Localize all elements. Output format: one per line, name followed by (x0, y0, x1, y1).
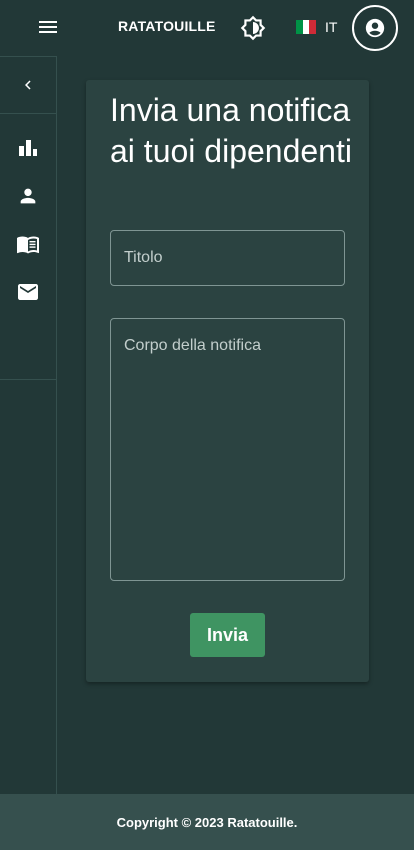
chevron-left-icon (25, 80, 31, 90)
nav-item-employees[interactable] (0, 172, 56, 220)
notification-form-card: Invia una notifica ai tuoi dipendenti In… (86, 80, 369, 682)
top-app-bar: RATATOUILLE IT (0, 0, 414, 56)
menu-icon[interactable] (36, 17, 60, 39)
brightness-icon[interactable] (240, 15, 266, 41)
nav-item-menu[interactable] (0, 220, 56, 268)
italy-flag-icon (296, 20, 317, 34)
account-circle-icon[interactable] (352, 5, 398, 51)
bar-chart-icon (19, 140, 37, 156)
send-button[interactable]: Invia (190, 613, 265, 657)
body-field (110, 318, 345, 581)
nav-item-notifications[interactable] (0, 268, 56, 316)
footer: Copyright © 2023 Ratatouille. (0, 794, 414, 850)
title-field (110, 230, 345, 286)
notification-body-input[interactable] (111, 319, 344, 580)
language-selector[interactable]: IT (296, 19, 337, 35)
collapse-sidebar-button[interactable] (0, 56, 56, 114)
language-label: IT (325, 19, 338, 35)
person-icon (20, 188, 36, 204)
nav-list (0, 114, 56, 380)
app-title[interactable]: RATATOUILLE (118, 18, 216, 34)
side-navigation (0, 56, 57, 794)
copyright-text: Copyright © 2023 Ratatouille. (116, 814, 298, 830)
menu-book-icon (17, 236, 39, 254)
page-title: Invia una notifica ai tuoi dipendenti (110, 92, 352, 169)
nav-item-statistics[interactable] (0, 124, 56, 172)
title-input[interactable] (111, 231, 344, 285)
mail-icon (18, 284, 38, 300)
